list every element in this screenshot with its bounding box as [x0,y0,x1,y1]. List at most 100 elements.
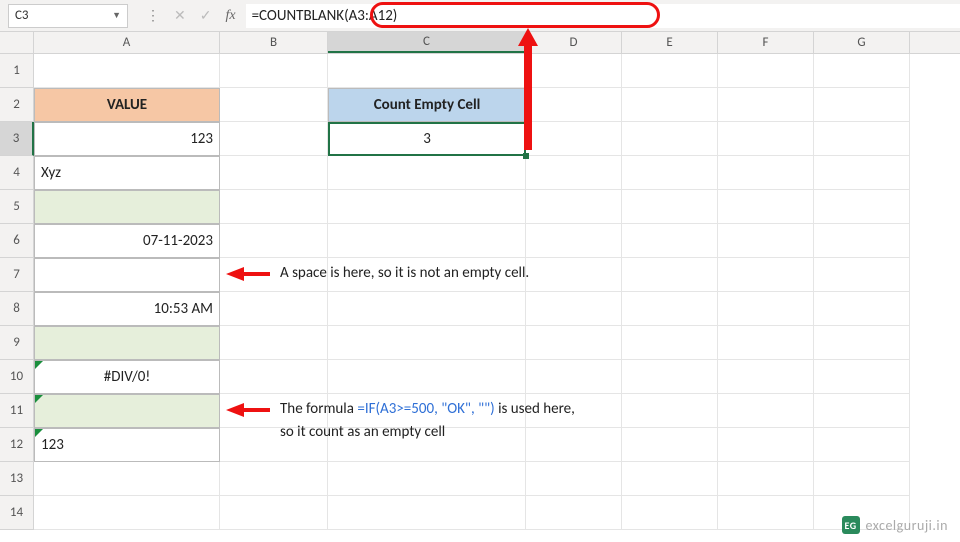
cell-A5[interactable] [34,190,220,224]
cell-E13[interactable] [622,462,718,496]
cell-G1[interactable] [814,54,910,88]
cell-D9[interactable] [526,326,622,360]
cell-D8[interactable] [526,292,622,326]
cell-F1[interactable] [718,54,814,88]
cell-D2[interactable] [526,88,622,122]
cell-F5[interactable] [718,190,814,224]
cell-A8[interactable]: 10:53 AM [34,292,220,326]
cell-G8[interactable] [814,292,910,326]
row-header-7[interactable]: 7 [0,258,34,292]
cell-G9[interactable] [814,326,910,360]
cell-E10[interactable] [622,360,718,394]
cell-D3[interactable] [526,122,622,156]
cell-A7[interactable] [34,258,220,292]
cell-G7[interactable] [814,258,910,292]
row-header-1[interactable]: 1 [0,54,34,88]
cell-B6[interactable] [220,224,328,258]
cell-F6[interactable] [718,224,814,258]
cell-G2[interactable] [814,88,910,122]
cell-E14[interactable] [622,496,718,530]
cell-A1[interactable] [34,54,220,88]
accept-icon[interactable]: ✓ [200,7,212,24]
cell-C8[interactable] [328,292,526,326]
row-header-2[interactable]: 2 [0,88,34,122]
cell-E11[interactable] [622,394,718,428]
cell-F11[interactable] [718,394,814,428]
col-header-F[interactable]: F [718,32,814,53]
cell-G10[interactable] [814,360,910,394]
cell-F3[interactable] [718,122,814,156]
cell-F14[interactable] [718,496,814,530]
row-header-3[interactable]: 3 [0,122,34,156]
cell-F2[interactable] [718,88,814,122]
cell-G6[interactable] [814,224,910,258]
cell-D14[interactable] [526,496,622,530]
row-header-5[interactable]: 5 [0,190,34,224]
formula-bar-input[interactable]: =COUNTBLANK(A3:A12) [246,4,960,28]
cell-E6[interactable] [622,224,718,258]
cell-A10[interactable]: #DIV/0! [34,360,220,394]
cell-E2[interactable] [622,88,718,122]
row-header-8[interactable]: 8 [0,292,34,326]
row-header-4[interactable]: 4 [0,156,34,190]
cell-C1[interactable] [328,54,526,88]
row-header-13[interactable]: 13 [0,462,34,496]
cell-G3[interactable] [814,122,910,156]
cell-C9[interactable] [328,326,526,360]
cell-G12[interactable] [814,428,910,462]
cell-F7[interactable] [718,258,814,292]
col-header-D[interactable]: D [526,32,622,53]
row-header-12[interactable]: 12 [0,428,34,462]
cell-D5[interactable] [526,190,622,224]
cancel-icon[interactable]: ✕ [174,7,186,24]
selection-fill-handle[interactable] [523,153,529,159]
cell-B1[interactable] [220,54,328,88]
cell-E5[interactable] [622,190,718,224]
row-header-14[interactable]: 14 [0,496,34,530]
row-header-10[interactable]: 10 [0,360,34,394]
cell-A13[interactable] [34,462,220,496]
cell-B8[interactable] [220,292,328,326]
cell-B9[interactable] [220,326,328,360]
cell-E12[interactable] [622,428,718,462]
col-header-E[interactable]: E [622,32,718,53]
cell-D7[interactable] [526,258,622,292]
cell-A12[interactable]: 123 [34,428,220,462]
cell-F4[interactable] [718,156,814,190]
cell-G4[interactable] [814,156,910,190]
col-header-B[interactable]: B [220,32,328,53]
cell-D4[interactable] [526,156,622,190]
cell-D13[interactable] [526,462,622,496]
cell-E7[interactable] [622,258,718,292]
cell-A4[interactable]: Xyz [34,156,220,190]
cell-A9[interactable] [34,326,220,360]
cell-E4[interactable] [622,156,718,190]
cell-B13[interactable] [220,462,328,496]
row-header-11[interactable]: 11 [0,394,34,428]
cell-E9[interactable] [622,326,718,360]
cell-C10[interactable] [328,360,526,394]
cell-B14[interactable] [220,496,328,530]
cell-A2[interactable]: VALUE [34,88,220,122]
cell-E3[interactable] [622,122,718,156]
cell-F12[interactable] [718,428,814,462]
col-header-G[interactable]: G [814,32,910,53]
row-header-9[interactable]: 9 [0,326,34,360]
cell-C13[interactable] [328,462,526,496]
cell-D10[interactable] [526,360,622,394]
cell-C4[interactable] [328,156,526,190]
cell-B3[interactable] [220,122,328,156]
cell-D1[interactable] [526,54,622,88]
cell-B4[interactable] [220,156,328,190]
col-header-A[interactable]: A [34,32,220,53]
row-header-6[interactable]: 6 [0,224,34,258]
cell-A14[interactable] [34,496,220,530]
cell-F8[interactable] [718,292,814,326]
cell-F13[interactable] [718,462,814,496]
cell-A11[interactable] [34,394,220,428]
cell-F9[interactable] [718,326,814,360]
cell-E1[interactable] [622,54,718,88]
name-box[interactable]: C3 ▼ [8,4,128,28]
cell-B5[interactable] [220,190,328,224]
cell-D6[interactable] [526,224,622,258]
